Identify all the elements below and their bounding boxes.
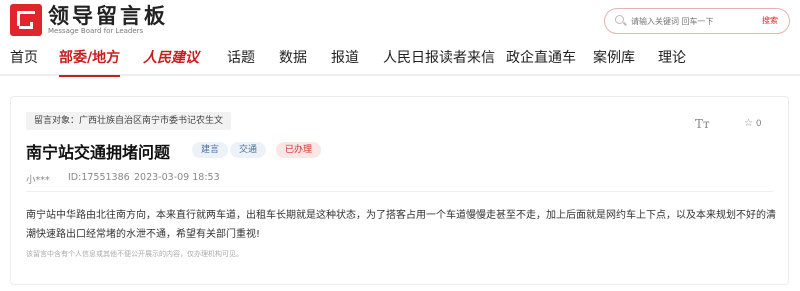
favorite-count: 0 xyxy=(755,119,762,129)
search-button[interactable]: 搜索 xyxy=(762,15,778,26)
nav-topics[interactable]: 话题 xyxy=(227,47,255,67)
status-badge: 已办理 xyxy=(276,142,322,158)
tag-suggestion[interactable]: 建言 xyxy=(192,142,229,158)
search-input[interactable] xyxy=(631,12,747,30)
logo-icon xyxy=(10,4,42,36)
message-time: 2023-03-09 18:53 xyxy=(134,172,220,183)
favorite-button[interactable]: ☆ 0 xyxy=(744,118,762,129)
logo-text: 领导留言板 Message Board for Leaders xyxy=(48,5,168,36)
message-title: 南宁站交通拥堵问题 xyxy=(26,143,171,162)
font-size-icon[interactable]: Tт xyxy=(695,117,710,131)
search-box: 搜索 xyxy=(604,8,790,34)
logo-subtitle: Message Board for Leaders xyxy=(48,26,144,35)
nav-people-suggestions[interactable]: 人民建议 xyxy=(143,47,199,67)
search-icon xyxy=(615,15,624,24)
privacy-notice: 该留言中含有个人信息或其他不便公开展示的内容，仅办理机构可见。 xyxy=(26,250,243,258)
nav-readers-letters[interactable]: 人民日报读者来信 xyxy=(383,47,495,67)
message-content: 南宁站中华路由北往南方向，本来直行就两车道，出租车长期就是这种状态，为了搭客占用… xyxy=(26,210,776,240)
logo-title: 领导留言板 xyxy=(48,3,168,28)
nav-gov-enterprise[interactable]: 政企直通车 xyxy=(506,47,576,67)
top-bar: 领导留言板 Message Board for Leaders 搜索 xyxy=(0,0,800,40)
message-target[interactable]: 留言对象：广西壮族自治区南宁市委书记农生文 xyxy=(26,112,232,130)
nav-theory[interactable]: 理论 xyxy=(658,47,686,67)
nav-case-library[interactable]: 案例库 xyxy=(593,47,635,67)
star-icon: ☆ xyxy=(744,118,753,129)
divider xyxy=(26,191,773,192)
nav-data[interactable]: 数据 xyxy=(279,47,307,67)
site-logo[interactable]: 领导留言板 Message Board for Leaders xyxy=(10,4,168,36)
nav-home[interactable]: 首页 xyxy=(10,47,38,67)
tag-transport[interactable]: 交通 xyxy=(230,142,267,158)
main-nav: 首页 部委/地方 人民建议 话题 数据 报道 人民日报读者来信 政企直通车 案例… xyxy=(0,40,800,77)
message-id: ID:17551386 xyxy=(68,172,130,183)
author: 小*** xyxy=(26,175,50,186)
nav-ministries-local[interactable]: 部委/地方 xyxy=(59,47,121,77)
nav-reports[interactable]: 报道 xyxy=(331,47,359,67)
message-card: 留言对象：广西壮族自治区南宁市委书记农生文 Tт ☆ 0 南宁站交通拥堵问题 建… xyxy=(10,96,789,285)
